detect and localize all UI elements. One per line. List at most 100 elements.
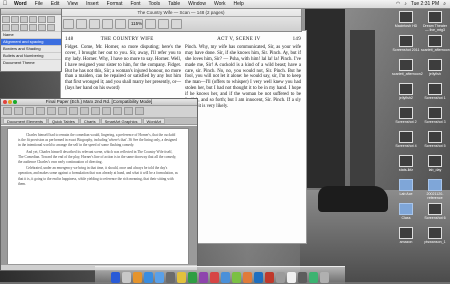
dock-app-icon[interactable] — [298, 272, 307, 283]
zoom-icon[interactable] — [13, 100, 17, 104]
ribbon-tab-document-elements[interactable]: Document Elements — [3, 118, 48, 124]
palette-tool[interactable] — [20, 16, 28, 23]
new-document-icon[interactable] — [3, 107, 12, 115]
zoom-icon[interactable] — [124, 107, 133, 115]
volume-icon[interactable]: ♪ — [404, 1, 407, 7]
desktop-file[interactable]: Screenshot 4 — [392, 131, 420, 148]
palette-tool[interactable] — [38, 24, 46, 31]
menu-clock[interactable]: Tue 2:31 PM — [411, 1, 439, 7]
desktop-folder[interactable]: 20021120-reference — [421, 179, 449, 200]
next-page-button[interactable] — [89, 19, 100, 29]
dock-app-icon[interactable] — [133, 272, 142, 283]
previous-page-button[interactable] — [76, 19, 87, 29]
dock-app-icon[interactable] — [309, 272, 318, 283]
desktop-file[interactable]: jellyfish2 — [392, 83, 420, 100]
dock-app-icon[interactable] — [199, 272, 208, 283]
apple-menu-icon[interactable]:  — [0, 1, 10, 7]
desktop-file[interactable]: Screenshot 6 — [421, 203, 449, 220]
minimize-icon[interactable] — [8, 100, 12, 104]
desktop-file[interactable]: Screenshot 2011 — [392, 35, 420, 52]
desktop-folder[interactable]: Lab Ace — [392, 179, 420, 196]
palette-tool[interactable] — [11, 16, 19, 23]
dock-app-icon[interactable] — [276, 272, 285, 283]
dock-app-icon[interactable] — [144, 272, 153, 283]
menu-view[interactable]: View — [63, 1, 82, 7]
palette-section-borders[interactable]: Borders and Shading — [1, 45, 61, 52]
palette-tool[interactable] — [29, 24, 37, 31]
desktop-file[interactable]: Macintosh HD — [392, 11, 420, 28]
desktop-file[interactable]: stats-lkfz — [392, 155, 420, 172]
dock-app-icon[interactable] — [111, 272, 120, 283]
palette-section-alignment[interactable]: Alignment and spacing — [1, 38, 61, 45]
desktop-file[interactable]: Dream Theater — live_mtg3 — [421, 11, 449, 32]
dock-app-icon[interactable] — [188, 272, 197, 283]
dock-app-icon[interactable] — [155, 272, 164, 283]
desktop-folder[interactable]: Class — [392, 203, 420, 220]
palette-section-bullets[interactable]: Bullets and Numbering — [1, 52, 61, 59]
dock-app-icon[interactable] — [320, 272, 329, 283]
word-titlebar[interactable]: Final Paper (Ech.) Marx 2nd Rd. [Compati… — [1, 99, 197, 106]
zoom-out-button[interactable] — [102, 19, 113, 29]
dock-app-icon[interactable] — [166, 272, 175, 283]
desktop-file[interactable]: lab_day — [421, 155, 449, 172]
desktop-file[interactable]: ptswanson_1 — [421, 227, 449, 244]
menu-app-name[interactable]: Word — [10, 1, 31, 7]
select-tool-button[interactable] — [158, 19, 169, 29]
redo-icon[interactable] — [58, 107, 67, 115]
toolbox-icon[interactable] — [113, 107, 122, 115]
palette-tool[interactable] — [47, 24, 55, 31]
zoom-in-button[interactable] — [115, 19, 126, 29]
dock-app-icon[interactable] — [265, 272, 274, 283]
dock-app-icon[interactable] — [232, 272, 241, 283]
menu-help[interactable]: Help — [230, 1, 248, 7]
desktop-file[interactable]: Screenshot 5 — [421, 131, 449, 148]
menu-file[interactable]: File — [31, 1, 47, 7]
desktop-file[interactable]: scarlett_afternoon2 — [392, 59, 423, 76]
palette-tool[interactable] — [20, 24, 28, 31]
menu-table[interactable]: Table — [164, 1, 184, 7]
dock-app-icon[interactable] — [122, 272, 131, 283]
palette-section-name[interactable]: Name — [1, 31, 61, 38]
palette-tool[interactable] — [47, 16, 55, 23]
desktop-file[interactable]: jellyfish — [421, 59, 449, 76]
dock-app-icon[interactable] — [243, 272, 252, 283]
annotate-button[interactable] — [171, 19, 182, 29]
close-icon[interactable] — [3, 100, 7, 104]
columns-icon[interactable] — [91, 107, 100, 115]
menu-font[interactable]: Font — [126, 1, 144, 7]
menu-format[interactable]: Format — [103, 1, 127, 7]
help-icon[interactable] — [135, 107, 144, 115]
undo-icon[interactable] — [47, 107, 56, 115]
document-paragraph[interactable]: Charles himself had to remain the comedi… — [18, 133, 178, 149]
ribbon-tab-wordart[interactable]: WordArt — [142, 118, 166, 124]
palette-tool[interactable] — [2, 16, 10, 23]
menu-edit[interactable]: Edit — [47, 1, 64, 7]
palette-tool[interactable] — [11, 24, 19, 31]
print-icon[interactable] — [36, 107, 45, 115]
palette-tool[interactable] — [29, 16, 37, 23]
menu-work[interactable]: Work — [210, 1, 230, 7]
open-folder-icon[interactable] — [14, 107, 23, 115]
format-painter-icon[interactable] — [69, 107, 78, 115]
menu-insert[interactable]: Insert — [82, 1, 103, 7]
sidebar-icon[interactable] — [102, 107, 111, 115]
ribbon-tab-quick-tables[interactable]: Quick Tables — [48, 118, 79, 124]
wifi-icon[interactable]: ◠ — [396, 1, 400, 7]
dock-app-icon[interactable] — [221, 272, 230, 283]
save-icon[interactable] — [25, 107, 34, 115]
document-paragraph[interactable]: Celebrated, under an emergency we bring … — [18, 166, 178, 187]
desktop-file[interactable]: amazon — [392, 227, 420, 244]
word-page[interactable]: Charles himself had to remain the comedi… — [7, 128, 189, 266]
dock-app-icon[interactable] — [177, 272, 186, 283]
dock-app-icon[interactable] — [254, 272, 263, 283]
menu-window[interactable]: Window — [184, 1, 210, 7]
ribbon-tab-smartart[interactable]: SmartArt Graphics — [100, 118, 142, 124]
dock-app-icon[interactable] — [210, 272, 219, 283]
rotate-button[interactable] — [145, 19, 156, 29]
desktop-file[interactable]: scarlett_afternoon — [421, 35, 450, 52]
sidebar-toggle-button[interactable] — [63, 19, 74, 29]
desktop-file[interactable]: Screenshot 2 — [392, 107, 420, 124]
desktop-file[interactable]: Screenshot 3 — [421, 107, 449, 124]
spotlight-icon[interactable]: ⌕ — [443, 1, 446, 7]
document-paragraph[interactable]: And yet, Charles himself described its r… — [18, 150, 178, 166]
